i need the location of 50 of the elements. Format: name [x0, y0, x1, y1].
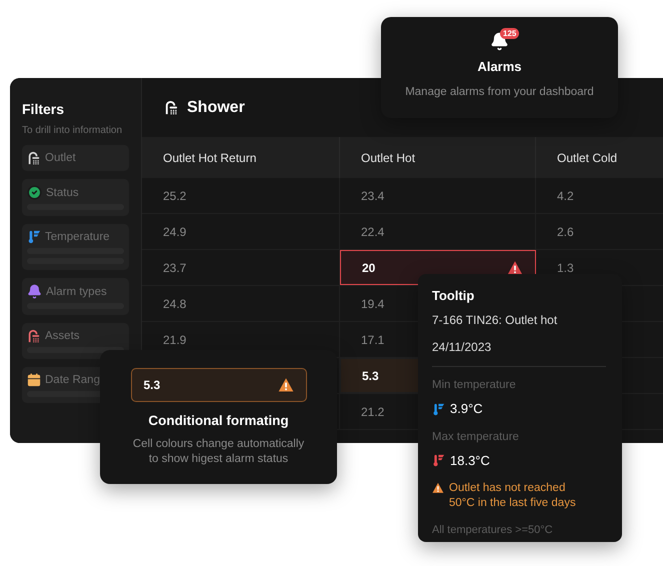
filter-item[interactable]: Alarm types	[22, 278, 129, 315]
warning-icon	[507, 260, 523, 276]
shower-icon	[164, 100, 179, 115]
reading-label: Max temperature	[432, 430, 520, 445]
filter-label: Assets	[45, 329, 80, 343]
table-cell: 2.6	[536, 214, 663, 249]
table-cell: 4.2	[536, 178, 663, 213]
shower-icon	[27, 151, 41, 165]
check-icon	[27, 185, 42, 200]
filter-item[interactable]: Assets	[22, 323, 129, 359]
warning-icon	[432, 482, 444, 494]
column-header: Outlet Hot Return	[142, 137, 340, 178]
table-cell: 25.2	[142, 178, 340, 213]
filters-title: Filters	[22, 100, 66, 118]
reading-date: 24/11/2023	[432, 339, 492, 356]
thermometer-icon	[432, 402, 445, 416]
formatting-description: Cell colours change automatically to show higest alarm status	[132, 437, 306, 468]
column-header: Outlet Cold	[536, 137, 663, 178]
filter-item[interactable]: Temperature	[22, 224, 129, 270]
thermometer-icon	[27, 230, 41, 244]
filter-label: Temperature	[45, 230, 110, 244]
reading-value: 18.3°C	[450, 452, 490, 470]
warning-message: Outlet has not reached 50°C in the last five days	[449, 480, 577, 510]
shower-icon	[27, 329, 41, 343]
bell-icon	[27, 284, 42, 299]
table-cell: 22.4	[340, 214, 536, 249]
tooltip-title: Tooltip	[432, 288, 476, 304]
table-cell: 24.8	[142, 286, 340, 321]
table-cell: 24.9	[142, 214, 340, 249]
thermometer-icon	[432, 454, 445, 468]
tooltip-footer: All temperatures >=50°C	[432, 522, 608, 538]
filter-label: Alarm types	[46, 284, 107, 298]
table-cell: 23.4	[340, 178, 536, 213]
column-header: Outlet Hot	[340, 137, 536, 178]
table-title: Shower	[187, 98, 245, 118]
filter-item[interactable]: Status	[22, 179, 129, 216]
filters-subtitle: To drill into information	[22, 124, 124, 138]
calendar-icon	[27, 373, 41, 387]
formatting-title: Conditional formating	[148, 412, 289, 430]
filter-label: Outlet	[45, 151, 76, 165]
filter-label: Date Rang	[45, 373, 100, 387]
filter-label: Status	[46, 186, 79, 200]
alarm-count-badge: 125	[500, 28, 520, 39]
reading-label: Min temperature	[432, 378, 517, 393]
reading-value: 3.9°C	[450, 400, 483, 418]
warning-icon	[278, 377, 294, 393]
sample-cell: 5.3	[130, 368, 306, 402]
filter-item[interactable]: Outlet	[22, 145, 129, 171]
alarms-description: Manage alarms from your dashboard	[405, 84, 594, 100]
alarms-title: Alarms	[477, 58, 522, 76]
